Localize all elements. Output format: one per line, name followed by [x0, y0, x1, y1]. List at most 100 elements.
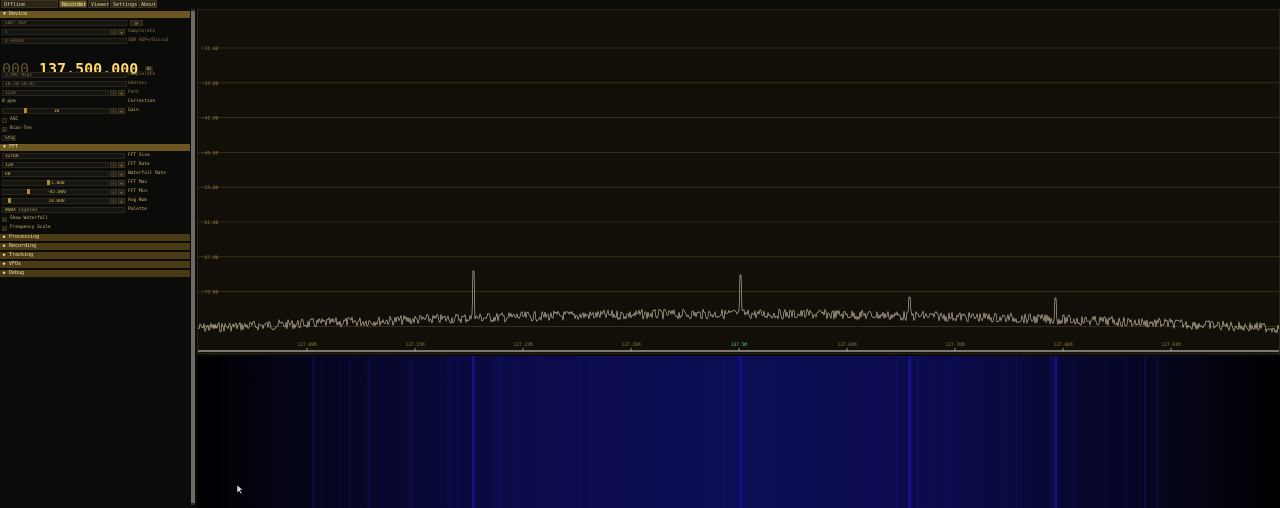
waterfall-noise-stripe — [848, 356, 852, 508]
waterfall-noise-stripe — [339, 356, 342, 508]
waterfall-noise-stripe — [876, 356, 879, 508]
fft-max-slider-grab[interactable] — [47, 180, 50, 185]
avg-num-minus-button[interactable]: - — [110, 198, 117, 204]
x-tick-label: 137.86M — [1054, 342, 1073, 348]
waterfall-noise-stripe — [1144, 356, 1147, 508]
waterfall-noise-stripe — [348, 356, 351, 508]
tab-viewer[interactable]: Viewer — [88, 0, 109, 8]
fft-header[interactable]: ▼ FFT — [0, 144, 190, 151]
avg-num-slider[interactable]: 10.000 — [2, 198, 109, 204]
waterfall-noise-stripe — [1005, 356, 1008, 508]
processing-header[interactable]: ▶ Processing — [0, 234, 190, 241]
waterfall-rate-minus-button[interactable]: - — [110, 171, 117, 177]
fft-min-slider[interactable]: -85.000 — [2, 189, 109, 195]
samplerate-minus-button[interactable]: - — [110, 29, 117, 35]
gain-plus-button[interactable]: + — [118, 108, 125, 114]
y-tick-label: -67.00 — [202, 255, 219, 261]
waterfall-noise-stripe — [786, 356, 788, 508]
samplerate-plus-button[interactable]: + — [118, 29, 125, 35]
gain-label: Gain — [128, 108, 139, 113]
waterfall-noise-stripe — [634, 356, 638, 508]
panel-scrollbar-thumb[interactable] — [191, 11, 195, 503]
waterfall-noise-stripe — [456, 356, 459, 508]
fft-min-minus-button[interactable]: - — [110, 189, 117, 195]
avg-num-slider-grab[interactable] — [8, 198, 11, 203]
agc-checkbox[interactable] — [2, 118, 7, 123]
waterfall-rate-field[interactable]: 60 — [2, 171, 109, 177]
waterfall-noise-stripe — [744, 356, 748, 508]
menu-bar: Offline processing Recorder Viewer Setti… — [0, 0, 1280, 16]
correction-value[interactable]: 0 ppm — [2, 99, 16, 105]
gain-slider[interactable]: 10 — [2, 108, 109, 114]
gain-minus-button[interactable]: - — [110, 108, 117, 114]
waterfall-noise-stripe — [1050, 356, 1053, 508]
palette-select[interactable]: WQBX (cycle) — [2, 207, 125, 213]
waterfall-noise-stripe — [795, 356, 798, 508]
correction-label: Correction — [128, 99, 156, 104]
device-header[interactable]: ▼ Device — [0, 11, 190, 18]
waterfall-noise-stripe — [458, 356, 461, 508]
rate-select[interactable]: 2.4Ms Msps — [2, 72, 127, 78]
tracking-header[interactable]: ▶ Tracking — [0, 252, 190, 259]
waterfall-noise-stripe — [380, 356, 382, 508]
waterfall[interactable] — [197, 356, 1280, 508]
path-label: Path — [128, 90, 139, 95]
avg-num-label: Avg Num — [128, 198, 147, 203]
fft-min-slider-grab[interactable] — [27, 189, 30, 194]
fft-rate-field[interactable]: 120 — [2, 162, 109, 168]
waterfall-noise-stripe — [542, 356, 545, 508]
x-tick-label: 137.26M — [622, 342, 641, 348]
samplerate-field[interactable]: s — [2, 29, 109, 35]
fft-canvas[interactable]: -21.00 -33.00 -41.00 -49.00 -55.00 -61.00 -67.… — [198, 10, 1279, 353]
vfos-header[interactable]: ▶ VFOs — [0, 261, 190, 268]
stop-button[interactable]: Stop — [2, 135, 16, 141]
waterfall-canvas[interactable] — [197, 356, 1280, 508]
path-minus-button[interactable]: - — [110, 90, 117, 96]
gain-slider-grab[interactable] — [24, 108, 27, 113]
x-tick-label: 137.09M — [298, 342, 317, 348]
agc-label: AGC — [10, 117, 19, 122]
fft-rate-plus-button[interactable]: + — [118, 162, 125, 168]
fft-size-select[interactable]: 32768 — [2, 153, 125, 159]
bias-tee-checkbox[interactable]: ✓ — [2, 127, 7, 132]
waterfall-noise-stripe — [1104, 356, 1108, 508]
fft-min-plus-button[interactable]: + — [118, 189, 125, 195]
x-tick-label: 137.5M — [731, 342, 748, 348]
y-tick-label: -21.00 — [202, 46, 219, 52]
fft-max-minus-button[interactable]: - — [110, 180, 117, 186]
fft-plot[interactable]: -21.00 -33.00 -41.00 -49.00 -55.00 -61.00 -67.… — [197, 9, 1280, 354]
recording-header[interactable]: ▶ Recording — [0, 243, 190, 250]
waterfall-noise-stripe — [951, 356, 954, 508]
tab-about[interactable]: About — [138, 0, 157, 8]
panel-scrollbar[interactable] — [191, 9, 195, 505]
fft-max-plus-button[interactable]: + — [118, 180, 125, 186]
waterfall-noise-stripe — [439, 356, 442, 508]
fft-rate-minus-button[interactable]: - — [110, 162, 117, 168]
tab-settings[interactable]: Settings — [110, 0, 137, 8]
address-field[interactable]: 10.10.10.95 — [2, 81, 127, 87]
refresh-button[interactable]: ⟳ — [130, 20, 143, 26]
path-field[interactable]: 1234 — [2, 90, 109, 96]
avg-num-plus-button[interactable]: + — [118, 198, 125, 204]
waterfall-noise-stripe — [872, 356, 875, 508]
waterfall-noise-stripe — [668, 356, 670, 508]
show-waterfall-checkbox[interactable]: ✓ — [2, 217, 7, 222]
debug-header[interactable]: ▶ Debug — [0, 270, 190, 277]
tab-recorder[interactable]: Recorder — [59, 0, 87, 8]
tab-offline-processing[interactable]: Offline processing — [1, 0, 58, 16]
fft-min-label: FFT Min — [128, 189, 147, 194]
waterfall-noise-stripe — [311, 356, 315, 508]
waterfall-noise-stripe — [593, 356, 596, 508]
waterfall-noise-stripe — [1073, 356, 1075, 508]
fft-max-slider[interactable]: -5.000 — [2, 180, 109, 186]
serial-label: SDR HSP+/Disco3 — [128, 38, 169, 43]
x-tick-label: 137.15M — [406, 342, 425, 348]
path-plus-button[interactable]: + — [118, 90, 125, 96]
source-select[interactable]: SDR: RSP — [2, 20, 127, 26]
y-tick-label: -33.00 — [202, 81, 219, 87]
y-tick-label: -61.00 — [202, 220, 219, 226]
frequency-scale-checkbox[interactable]: ✓ — [2, 226, 7, 231]
waterfall-rate-plus-button[interactable]: + — [118, 171, 125, 177]
serial-field[interactable]: 4-S4444 — [2, 38, 127, 44]
waterfall-noise-stripe — [655, 356, 657, 508]
